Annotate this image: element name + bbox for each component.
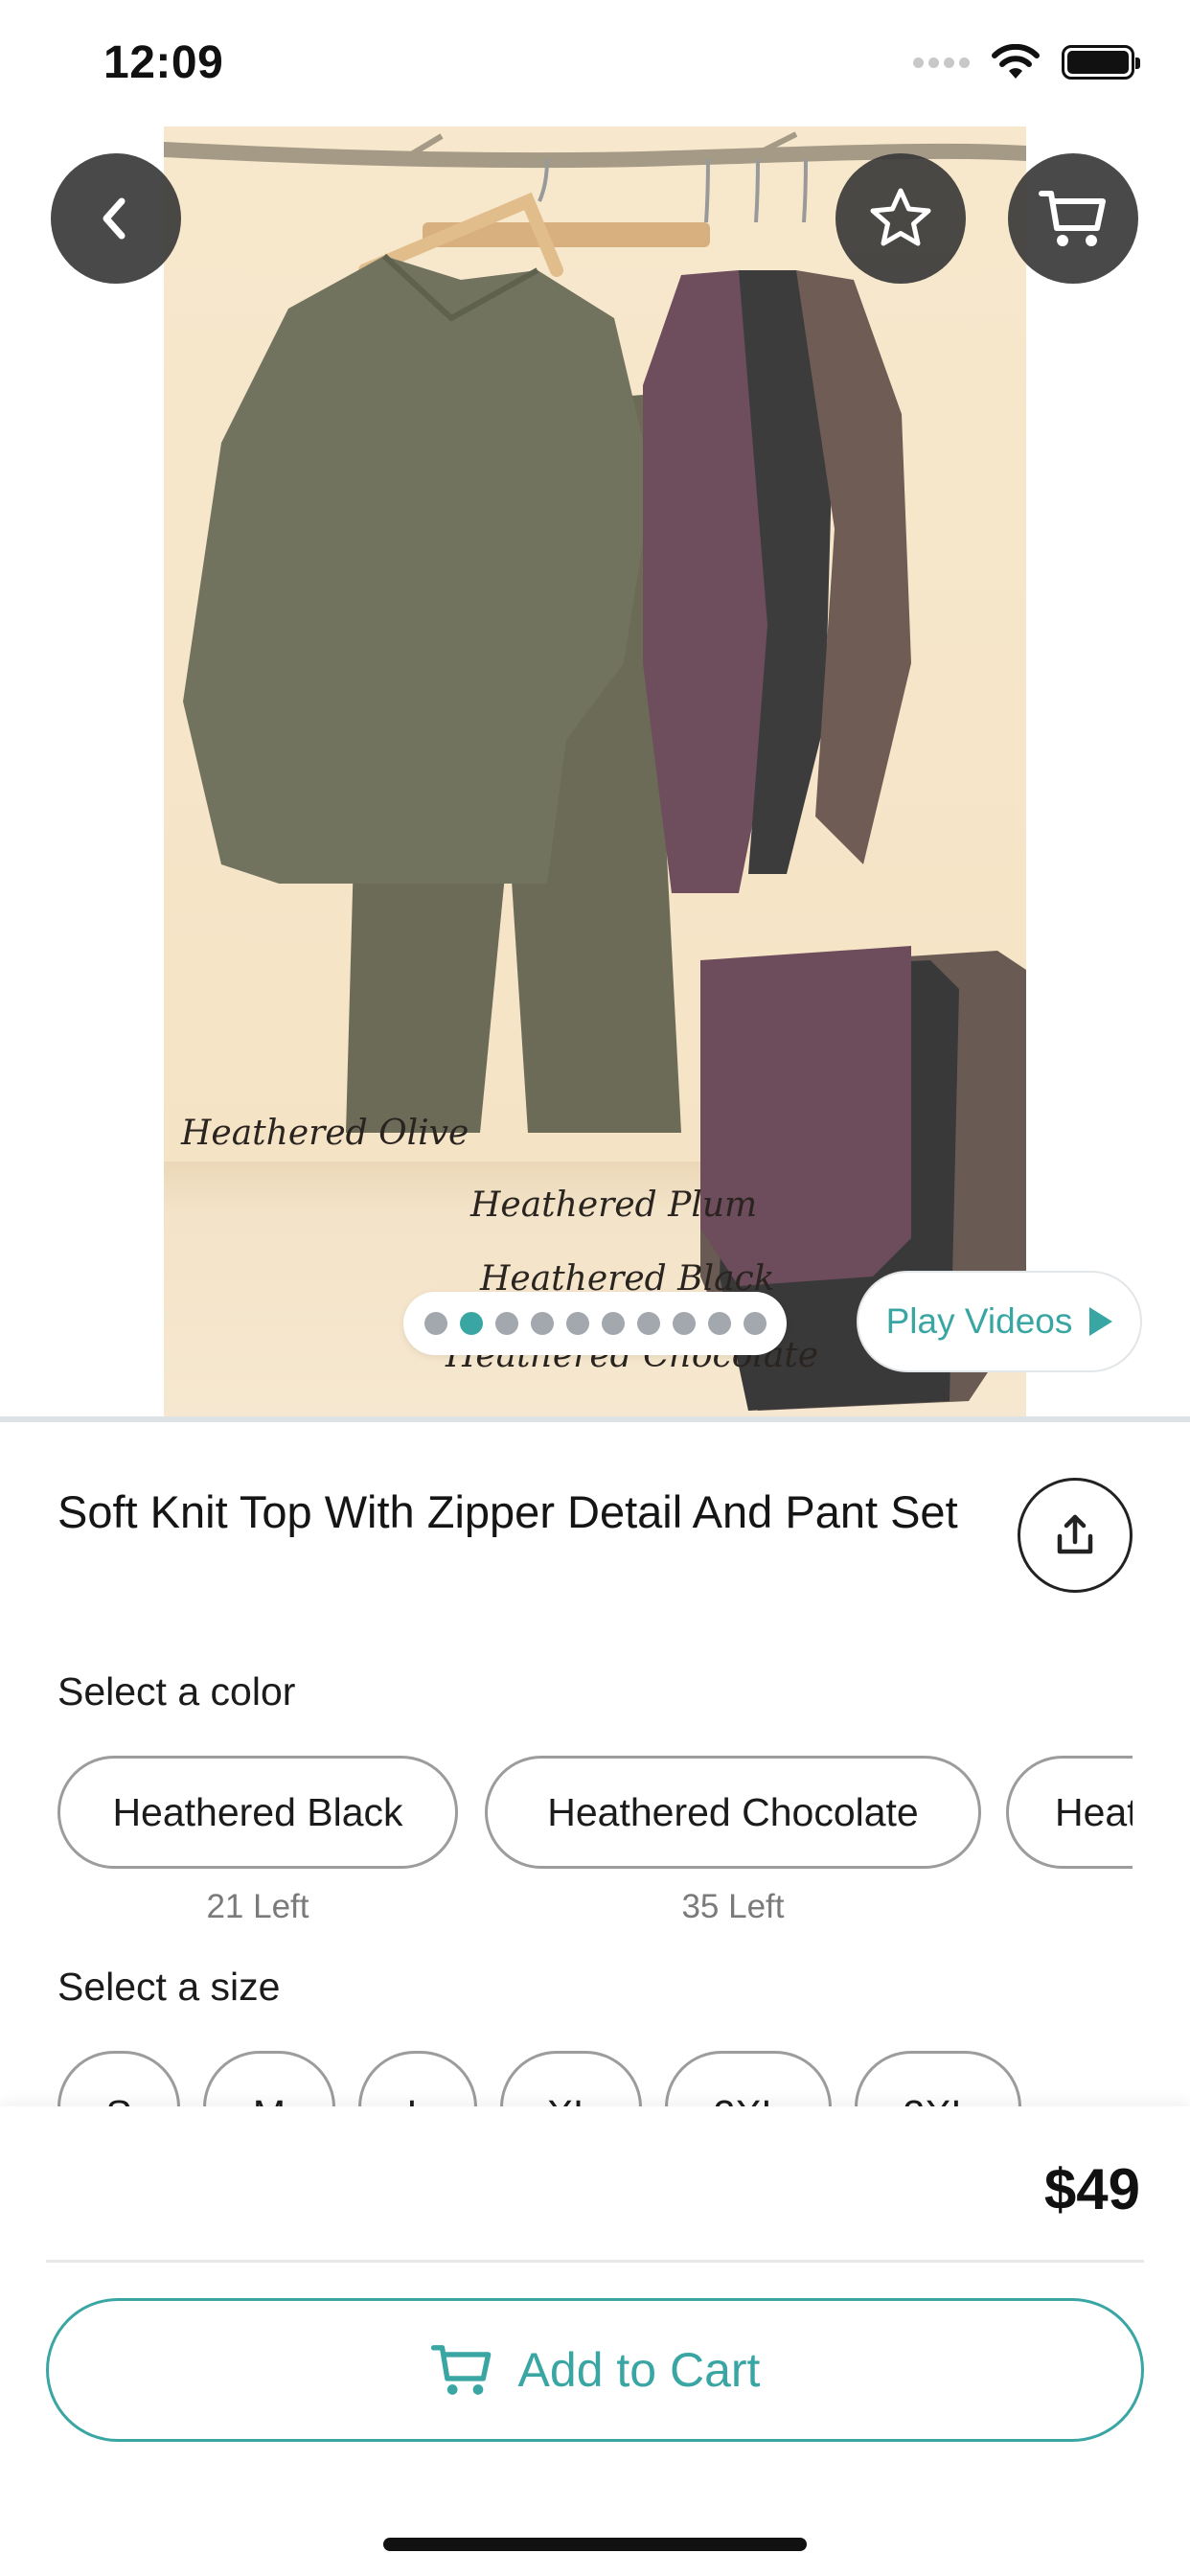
carousel-dot[interactable]: [601, 1312, 625, 1335]
back-button[interactable]: [51, 153, 181, 284]
star-icon: [870, 188, 931, 246]
image-caption-olive: Heathered Olive: [181, 1114, 469, 1153]
color-option-heathered-olive[interactable]: Heathered Olive: [1006, 1756, 1133, 1869]
color-option-label: Heathered Olive: [1055, 1789, 1133, 1834]
product-title: Soft Knit Top With Zipper Detail And Pan…: [57, 1486, 958, 1537]
product-price: $49: [1043, 2157, 1140, 2221]
carousel-dot[interactable]: [423, 1312, 447, 1335]
carousel-dot[interactable]: [530, 1312, 554, 1335]
add-to-cart-button[interactable]: Add to Cart: [46, 2298, 1144, 2442]
image-caption-plum: Heathered Plum: [470, 1185, 758, 1225]
cellular-signal-icon: [913, 57, 970, 68]
carousel-dot[interactable]: [743, 1312, 767, 1335]
color-option-clip: Heathered Olive: [1006, 1756, 1133, 1869]
carousel-dot[interactable]: [459, 1312, 483, 1335]
play-videos-button[interactable]: Play Videos: [857, 1271, 1142, 1372]
play-icon: [1089, 1307, 1113, 1336]
carousel-dot[interactable]: [636, 1312, 660, 1335]
cart-icon: [430, 2345, 491, 2395]
cart-icon: [1039, 191, 1106, 246]
status-indicators: [913, 44, 1140, 80]
color-option-label: Heathered Black: [112, 1789, 403, 1834]
image-divider: [0, 1416, 1190, 1422]
favorite-button[interactable]: [835, 153, 966, 284]
color-stock-count: 35 Left: [681, 1888, 785, 1925]
color-option-label: Heathered Chocolate: [547, 1789, 919, 1834]
share-icon: [1057, 1514, 1093, 1554]
color-stock-count: 21 Left: [206, 1888, 309, 1925]
share-button[interactable]: [1018, 1478, 1133, 1593]
select-size-label: Select a size: [57, 1965, 281, 2009]
battery-icon: [1062, 45, 1140, 80]
chevron-left-icon: [103, 197, 126, 240]
status-time: 12:09: [103, 37, 224, 88]
home-indicator[interactable]: [383, 2538, 807, 2551]
carousel-dot[interactable]: [565, 1312, 589, 1335]
cart-button[interactable]: [1008, 153, 1138, 284]
play-videos-label: Play Videos: [885, 1301, 1073, 1341]
color-option-heathered-chocolate[interactable]: Heathered Chocolate: [485, 1756, 981, 1869]
wifi-icon: [992, 44, 1040, 79]
carousel-dot[interactable]: [672, 1312, 696, 1335]
add-to-cart-label: Add to Cart: [517, 2343, 761, 2397]
select-color-label: Select a color: [57, 1669, 296, 1714]
checkout-divider: [46, 2260, 1144, 2263]
carousel-pagination[interactable]: [403, 1292, 787, 1355]
color-option-heathered-black[interactable]: Heathered Black: [57, 1756, 458, 1869]
product-image[interactable]: Heathered Olive Heathered Plum Heathered…: [164, 126, 1026, 1418]
carousel-dot[interactable]: [494, 1312, 518, 1335]
carousel-dot[interactable]: [707, 1312, 731, 1335]
